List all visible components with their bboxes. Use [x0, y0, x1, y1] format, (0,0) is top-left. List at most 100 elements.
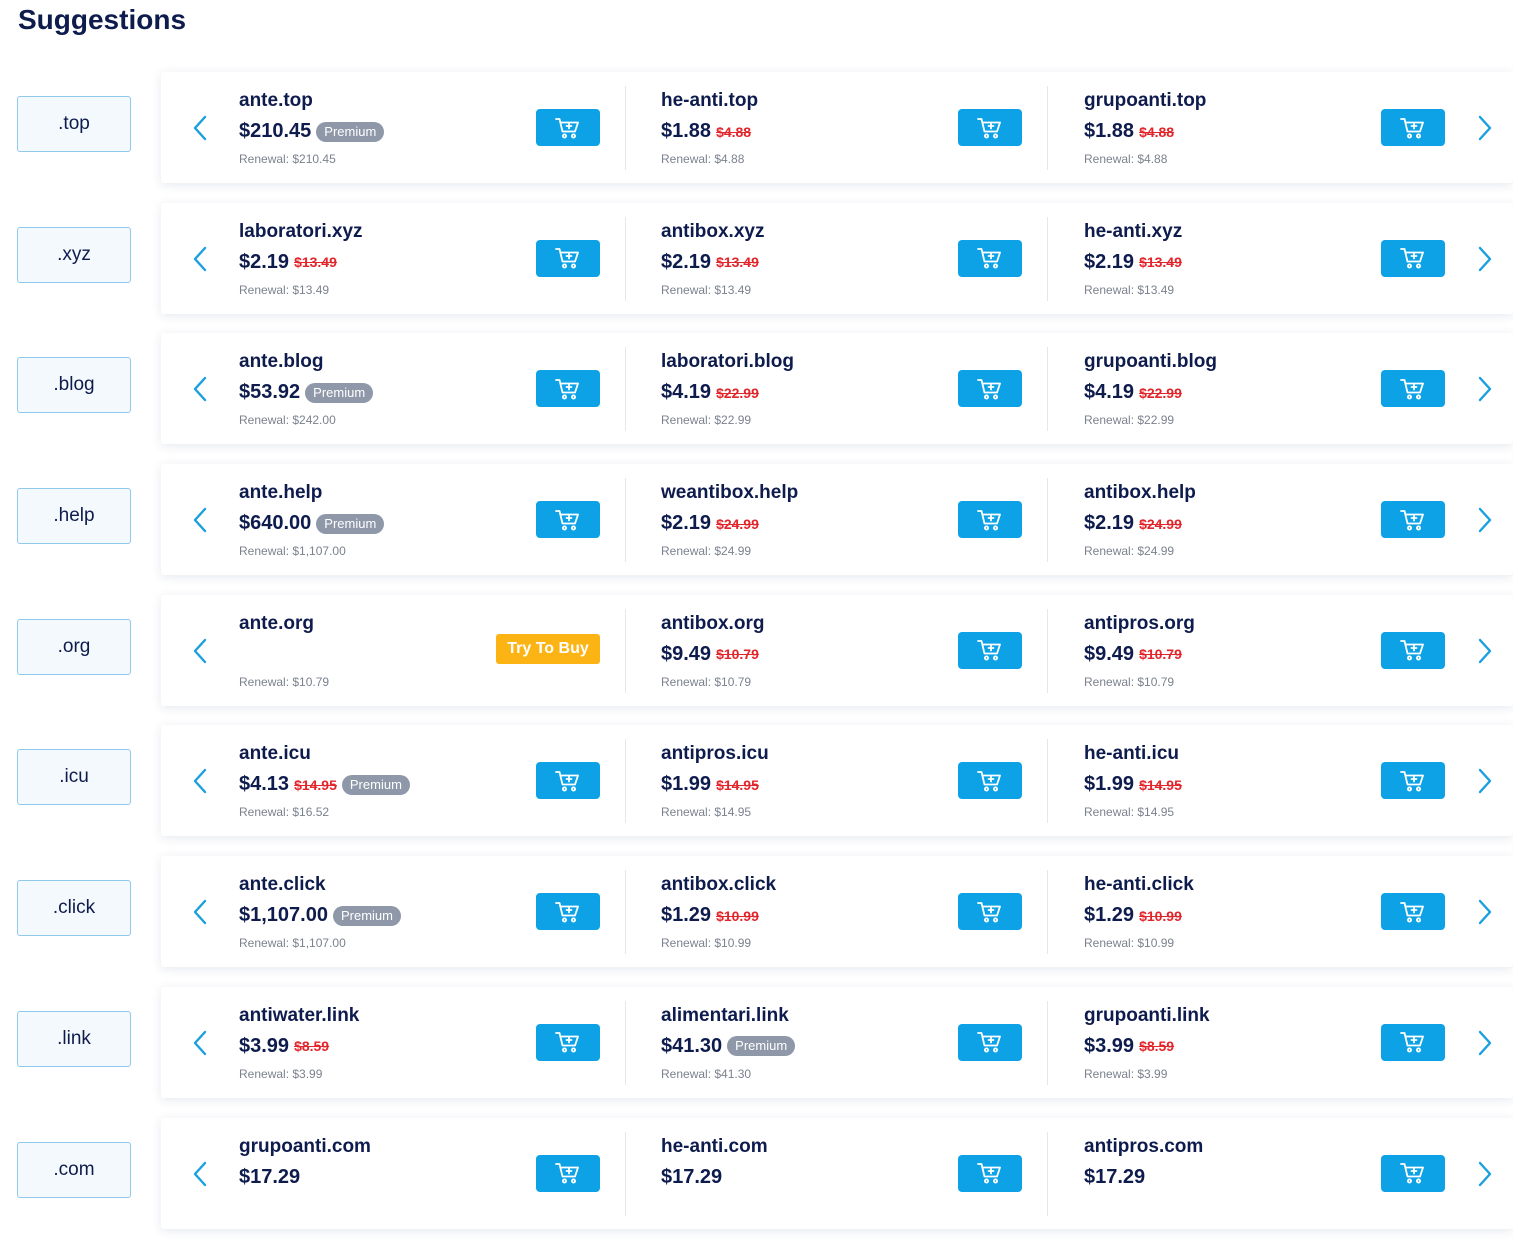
- domain-name[interactable]: antipros.icu: [661, 743, 769, 765]
- suggestion-row: .comgrupoanti.com$17.29he-anti.com$17.29…: [0, 1118, 1513, 1248]
- domain-name[interactable]: antipros.com: [1084, 1136, 1203, 1158]
- tld-tab-org[interactable]: .org: [17, 619, 131, 675]
- old-price: $10.99: [716, 908, 759, 924]
- add-to-cart-button[interactable]: [1381, 370, 1445, 407]
- add-to-cart-button[interactable]: [958, 370, 1022, 407]
- domain-name[interactable]: ante.icu: [239, 743, 311, 765]
- domain-name[interactable]: weantibox.help: [661, 482, 798, 504]
- tld-tab-click[interactable]: .click: [17, 880, 131, 936]
- chevron-left-icon[interactable]: [188, 245, 212, 273]
- domain-name[interactable]: laboratori.blog: [661, 351, 794, 373]
- chevron-right-icon[interactable]: [1473, 637, 1497, 665]
- chevron-right-icon[interactable]: [1473, 898, 1497, 926]
- chevron-right-icon[interactable]: [1473, 506, 1497, 534]
- add-to-cart-button[interactable]: [958, 632, 1022, 669]
- chevron-right-icon[interactable]: [1473, 245, 1497, 273]
- add-to-cart-button[interactable]: [1381, 240, 1445, 277]
- chevron-right-icon[interactable]: [1473, 767, 1497, 795]
- add-to-cart-button[interactable]: [958, 501, 1022, 538]
- chevron-left-icon[interactable]: [188, 1160, 212, 1188]
- chevron-left-icon[interactable]: [188, 506, 212, 534]
- price-line: $1.29$10.99: [661, 904, 759, 927]
- add-to-cart-button[interactable]: [536, 109, 600, 146]
- chevron-left-icon[interactable]: [188, 375, 212, 403]
- add-to-cart-button[interactable]: [958, 109, 1022, 146]
- domain-name[interactable]: grupoanti.link: [1084, 1005, 1210, 1027]
- add-to-cart-button[interactable]: [1381, 1024, 1445, 1061]
- add-to-cart-button[interactable]: [536, 370, 600, 407]
- chevron-left-icon[interactable]: [188, 1029, 212, 1057]
- cart-icon: [977, 1162, 1003, 1184]
- domain-name[interactable]: grupoanti.com: [239, 1136, 371, 1158]
- chevron-right-icon[interactable]: [1473, 1160, 1497, 1188]
- add-to-cart-button[interactable]: [958, 762, 1022, 799]
- tld-tab-icu[interactable]: .icu: [17, 749, 131, 805]
- add-to-cart-button[interactable]: [536, 240, 600, 277]
- tld-tab-help[interactable]: .help: [17, 488, 131, 544]
- domain-name[interactable]: antibox.org: [661, 613, 764, 635]
- suggestion-card: ante.top$210.45PremiumRenewal: $210.45he…: [161, 72, 1513, 183]
- cart-icon: [977, 901, 1003, 923]
- suggestion-row: .link antiwater.link$3.99$8.59Renewal: $3…: [0, 987, 1513, 1118]
- tld-tab-link[interactable]: .link: [17, 1011, 131, 1067]
- chevron-left-icon[interactable]: [188, 898, 212, 926]
- chevron-right-icon[interactable]: [1473, 375, 1497, 403]
- domain-name[interactable]: antipros.org: [1084, 613, 1195, 635]
- domain-name[interactable]: antibox.help: [1084, 482, 1196, 504]
- add-to-cart-button[interactable]: [536, 893, 600, 930]
- domain-name[interactable]: laboratori.xyz: [239, 221, 363, 243]
- try-to-buy-button[interactable]: Try To Buy: [496, 634, 600, 664]
- chevron-left-icon[interactable]: [188, 767, 212, 795]
- domain-name[interactable]: antibox.xyz: [661, 221, 764, 243]
- domain-name[interactable]: he-anti.com: [661, 1136, 768, 1158]
- domain-name[interactable]: antiwater.link: [239, 1005, 359, 1027]
- domain-name[interactable]: grupoanti.top: [1084, 90, 1206, 112]
- tld-tab-top[interactable]: .top: [17, 96, 131, 152]
- domain-name[interactable]: he-anti.click: [1084, 874, 1194, 896]
- price: $41.30: [661, 1035, 722, 1058]
- renewal-price: Renewal: $10.99: [1084, 936, 1174, 950]
- domain-name[interactable]: he-anti.top: [661, 90, 758, 112]
- tld-tab-xyz[interactable]: .xyz: [17, 227, 131, 283]
- add-to-cart-button[interactable]: [536, 501, 600, 538]
- domain-suggestion: he-anti.xyz$2.19$13.49Renewal: $13.49: [1084, 203, 1506, 314]
- tld-tab-blog[interactable]: .blog: [17, 357, 131, 413]
- add-to-cart-button[interactable]: [1381, 632, 1445, 669]
- domain-name[interactable]: he-anti.xyz: [1084, 221, 1182, 243]
- add-to-cart-button[interactable]: [1381, 762, 1445, 799]
- domain-suggestion: alimentari.link$41.30PremiumRenewal: $41…: [661, 987, 1083, 1098]
- domain-name[interactable]: ante.blog: [239, 351, 323, 373]
- domain-name[interactable]: alimentari.link: [661, 1005, 789, 1027]
- add-to-cart-button[interactable]: [958, 893, 1022, 930]
- tld-tab-com[interactable]: .com: [17, 1142, 131, 1198]
- renewal-price: Renewal: $1,107.00: [239, 544, 346, 558]
- add-to-cart-button[interactable]: [1381, 1155, 1445, 1192]
- price-line: $17.29: [1084, 1166, 1145, 1189]
- domain-name[interactable]: ante.org: [239, 613, 314, 635]
- domain-name[interactable]: antibox.click: [661, 874, 776, 896]
- add-to-cart-button[interactable]: [958, 1155, 1022, 1192]
- domain-name[interactable]: he-anti.icu: [1084, 743, 1179, 765]
- suggestion-card: antiwater.link$3.99$8.59Renewal: $3.99al…: [161, 987, 1513, 1098]
- domain-name[interactable]: ante.click: [239, 874, 326, 896]
- add-to-cart-button[interactable]: [1381, 109, 1445, 146]
- add-to-cart-button[interactable]: [958, 240, 1022, 277]
- add-to-cart-button[interactable]: [1381, 501, 1445, 538]
- domain-name[interactable]: ante.top: [239, 90, 313, 112]
- domain-name[interactable]: grupoanti.blog: [1084, 351, 1217, 373]
- suggestion-card: ante.orgRenewal: $10.79Try To Buyantibox…: [161, 595, 1513, 706]
- renewal-price: Renewal: $16.52: [239, 805, 329, 819]
- cart-icon: [555, 770, 581, 792]
- add-to-cart-button[interactable]: [536, 762, 600, 799]
- price-line: $640.00Premium: [239, 512, 384, 535]
- chevron-left-icon[interactable]: [188, 114, 212, 142]
- add-to-cart-button[interactable]: [958, 1024, 1022, 1061]
- suggestion-row: .top ante.top$210.45PremiumRenewal: $210.…: [0, 72, 1513, 203]
- chevron-right-icon[interactable]: [1473, 114, 1497, 142]
- add-to-cart-button[interactable]: [536, 1155, 600, 1192]
- chevron-left-icon[interactable]: [188, 637, 212, 665]
- add-to-cart-button[interactable]: [536, 1024, 600, 1061]
- domain-name[interactable]: ante.help: [239, 482, 322, 504]
- chevron-right-icon[interactable]: [1473, 1029, 1497, 1057]
- add-to-cart-button[interactable]: [1381, 893, 1445, 930]
